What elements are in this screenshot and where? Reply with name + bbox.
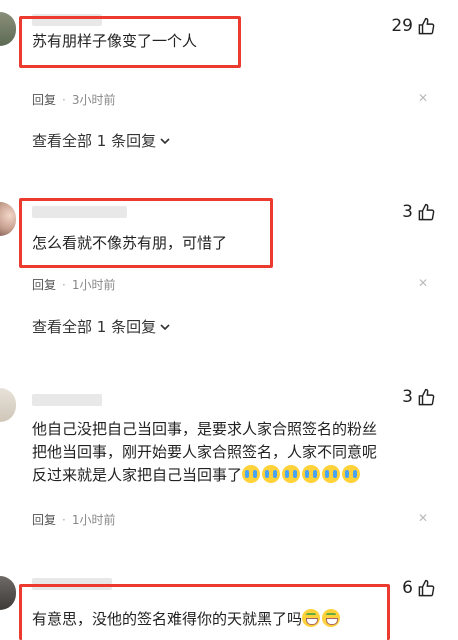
close-icon[interactable]: ✕ — [418, 511, 428, 525]
crying-emoji-icon — [342, 465, 361, 483]
chevron-down-icon — [160, 137, 170, 144]
close-icon[interactable]: ✕ — [418, 91, 428, 105]
thumbs-up-icon — [418, 579, 435, 596]
comment-text-with-emoji: 有意思，没他的签名难得你的天就黑了吗 — [32, 608, 342, 631]
crying-emoji-icon — [302, 465, 321, 483]
avatar[interactable] — [0, 202, 16, 236]
like-button[interactable]: 6 — [402, 578, 436, 598]
avatar[interactable] — [0, 576, 16, 610]
crying-emoji-icon — [322, 465, 341, 483]
close-icon[interactable]: ✕ — [418, 276, 428, 290]
view-replies-label: 查看全部 1 条回复 — [32, 132, 157, 150]
separator-dot: · — [62, 92, 66, 107]
comment-line: 反过来就是人家把自己当回事了 — [32, 466, 243, 484]
view-replies-button[interactable]: 查看全部 1 条回复 — [32, 316, 171, 337]
separator-dot: · — [62, 512, 66, 527]
view-replies-label: 查看全部 1 条回复 — [32, 318, 157, 336]
reply-link[interactable]: 回复 — [32, 276, 56, 293]
timestamp: 1小时前 — [71, 513, 116, 527]
crying-emoji-icon — [262, 465, 281, 483]
comment-text: 苏有朋样子像变了一个人 — [32, 32, 198, 50]
avatar[interactable] — [0, 388, 16, 422]
like-button[interactable]: 29 — [391, 16, 436, 36]
comment-meta: 回复 · 1小时前 — [32, 276, 115, 293]
crying-emoji-icon — [282, 465, 301, 483]
comment-line: 他自己没把自己当回事，是要求人家合照签名的粉丝 — [32, 420, 378, 438]
like-count: 3 — [402, 387, 413, 407]
thumbs-up-icon — [418, 17, 435, 34]
reply-link[interactable]: 回复 — [32, 91, 56, 108]
comment-text: 怎么看就不像苏有朋，可惜了 — [32, 234, 228, 252]
separator-dot: · — [62, 277, 66, 292]
comment-line-with-emoji: 反过来就是人家把自己当回事了 — [32, 464, 362, 487]
timestamp: 3小时前 — [71, 93, 116, 107]
timestamp: 1小时前 — [71, 278, 116, 292]
like-count: 29 — [391, 16, 413, 36]
username[interactable] — [32, 394, 102, 406]
like-button[interactable]: 3 — [402, 387, 436, 407]
comment-meta: 回复 · 1小时前 — [32, 511, 115, 528]
thumbs-up-icon — [418, 203, 435, 220]
grinning-emoji-icon — [302, 609, 321, 627]
thumbs-up-icon — [418, 388, 435, 405]
grinning-emoji-icon — [322, 609, 341, 627]
chevron-down-icon — [160, 323, 170, 330]
comment-line: 把他当回事，刚开始要人家合照签名，人家不同意呢 — [32, 443, 378, 461]
like-button[interactable]: 3 — [402, 202, 436, 222]
comment-text: 有意思，没他的签名难得你的天就黑了吗 — [32, 610, 303, 628]
avatar[interactable] — [0, 12, 16, 46]
like-count: 3 — [402, 202, 413, 222]
view-replies-button[interactable]: 查看全部 1 条回复 — [32, 130, 171, 151]
like-count: 6 — [402, 578, 413, 598]
reply-link[interactable]: 回复 — [32, 511, 56, 528]
comment-meta: 回复 · 3小时前 — [32, 91, 115, 108]
crying-emoji-icon — [242, 465, 261, 483]
